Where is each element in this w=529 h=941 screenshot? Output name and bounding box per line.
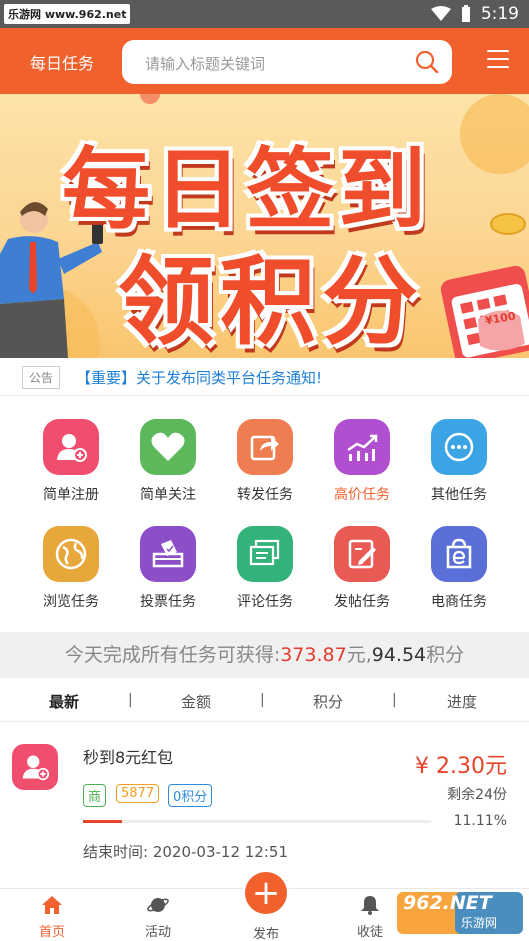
announcement-tag: 公告 bbox=[22, 366, 61, 389]
watermark-logo-subtext: 乐游网 bbox=[461, 916, 498, 930]
category-label: 电商任务 bbox=[431, 594, 487, 610]
category-label: 其他任务 bbox=[431, 487, 487, 503]
nav-label: 收徒 bbox=[356, 925, 383, 940]
clock: 5:19 bbox=[480, 4, 519, 24]
id-badge: 5877 bbox=[116, 784, 160, 803]
planet-icon bbox=[147, 898, 169, 912]
plus-icon: + bbox=[251, 873, 281, 913]
tab-divider: | bbox=[128, 692, 133, 708]
wifi-icon bbox=[430, 6, 451, 21]
category-browse[interactable]: 浏览任务 bbox=[21, 526, 121, 611]
edit-icon bbox=[334, 526, 390, 582]
globe-icon bbox=[43, 526, 99, 582]
comment-icon bbox=[237, 526, 293, 582]
summary-points: 94.54 bbox=[371, 644, 427, 666]
battery-icon bbox=[461, 5, 470, 22]
tab-progress[interactable]: 进度 bbox=[447, 691, 477, 712]
merchant-badge: 商 bbox=[83, 784, 107, 807]
category-label: 转发任务 bbox=[237, 487, 293, 503]
vote-icon bbox=[140, 526, 196, 582]
sort-tabs: 最新 | 金额 | 积分 | 进度 bbox=[0, 680, 529, 722]
announcement-bar[interactable]: 公告 【重要】关于发布同类平台任务通知! bbox=[0, 358, 529, 396]
watermark-logo-text: 962.NET bbox=[403, 892, 492, 914]
tab-divider: | bbox=[260, 692, 265, 708]
banner-title-line2: 领积分 bbox=[118, 246, 424, 358]
task-end-time: 结束时间: 2020-03-12 12:51 bbox=[83, 843, 288, 861]
tab-divider: | bbox=[392, 692, 397, 708]
summary-prefix: 今天完成所有任务可获得: bbox=[64, 644, 281, 666]
category-other[interactable]: 其他任务 bbox=[409, 419, 509, 504]
watermark-text: 乐游网 www.962.net bbox=[4, 4, 131, 24]
points-badge: 0积分 bbox=[168, 784, 213, 807]
heart-icon bbox=[140, 419, 196, 475]
task-remaining: 剩余24份 bbox=[447, 787, 507, 803]
summary-amount: 373.87 bbox=[280, 644, 347, 666]
category-label: 简单注册 bbox=[43, 487, 99, 503]
category-simple-follow[interactable]: 简单关注 bbox=[118, 419, 218, 504]
category-comment[interactable]: 评论任务 bbox=[215, 526, 315, 611]
category-ecommerce[interactable]: 电商任务 bbox=[409, 526, 509, 611]
search-input[interactable]: 请输入标题关键词 bbox=[145, 53, 265, 74]
category-repost[interactable]: 转发任务 bbox=[215, 419, 315, 504]
summary-unit-yuan: 元, bbox=[346, 644, 372, 666]
category-label: 浏览任务 bbox=[43, 594, 99, 610]
nav-collect[interactable]: 收徒 bbox=[340, 895, 400, 940]
status-icons: 5:19 bbox=[430, 4, 519, 24]
category-label: 评论任务 bbox=[237, 594, 293, 610]
search-icon[interactable] bbox=[414, 49, 440, 75]
task-list-item[interactable]: 秒到8元红包 商 5877 0积分 ¥ 2.30元 剩余24份 11.11% 结… bbox=[0, 728, 529, 888]
task-progress-fill bbox=[83, 820, 122, 823]
watermark-logo: 962.NET 乐游网 bbox=[395, 890, 525, 936]
publish-label: 发布 bbox=[252, 927, 279, 941]
task-progress-label: 11.11% bbox=[453, 813, 507, 829]
tab-amount[interactable]: 金额 bbox=[181, 691, 211, 712]
daily-earnings-summary: 今天完成所有任务可获得:373.87元,94.54积分 bbox=[0, 632, 529, 678]
status-bar: 乐游网 www.962.net 5:19 bbox=[0, 0, 529, 28]
task-category-grid: 简单注册 简单关注 转发任务 高价任务 其他任务 浏览任务 投票任务 评论任务 … bbox=[0, 405, 529, 630]
home-icon bbox=[42, 896, 62, 914]
category-label: 简单关注 bbox=[140, 487, 196, 503]
nav-label: 首页 bbox=[38, 925, 65, 940]
category-post[interactable]: 发帖任务 bbox=[312, 526, 412, 611]
nav-label: 活动 bbox=[144, 925, 171, 940]
menu-icon[interactable] bbox=[487, 50, 509, 70]
summary-unit-points: 积分 bbox=[426, 644, 465, 666]
category-label: 高价任务 bbox=[334, 487, 390, 503]
user-add-icon bbox=[43, 419, 99, 475]
more-icon bbox=[431, 419, 487, 475]
publish-button[interactable]: + bbox=[243, 870, 289, 916]
checkin-banner[interactable]: 每日签到 领积分 ¥100 bbox=[0, 94, 529, 358]
nav-home[interactable]: 首页 bbox=[22, 895, 82, 940]
page-title: 每日任务 bbox=[30, 54, 95, 73]
task-title: 秒到8元红包 bbox=[83, 748, 174, 767]
category-high-price[interactable]: 高价任务 bbox=[312, 419, 412, 504]
search-bar[interactable]: 请输入标题关键词 bbox=[122, 40, 452, 84]
category-simple-register[interactable]: 简单注册 bbox=[21, 419, 121, 504]
bell-icon bbox=[361, 896, 379, 915]
nav-activity[interactable]: 活动 bbox=[128, 895, 188, 940]
share-icon bbox=[237, 419, 293, 475]
user-add-icon bbox=[12, 744, 58, 790]
trend-up-icon bbox=[334, 419, 390, 475]
category-label: 发帖任务 bbox=[334, 594, 390, 610]
task-price: ¥ 2.30元 bbox=[415, 754, 507, 779]
task-progress-bar bbox=[83, 820, 431, 823]
shopping-bag-icon bbox=[431, 526, 487, 582]
top-header: 每日任务 请输入标题关键词 bbox=[0, 28, 529, 94]
announcement-link[interactable]: 【重要】关于发布同类平台任务通知! bbox=[76, 367, 322, 388]
category-vote[interactable]: 投票任务 bbox=[118, 526, 218, 611]
tab-points[interactable]: 积分 bbox=[313, 691, 343, 712]
tab-latest[interactable]: 最新 bbox=[49, 691, 79, 712]
category-label: 投票任务 bbox=[140, 594, 196, 610]
